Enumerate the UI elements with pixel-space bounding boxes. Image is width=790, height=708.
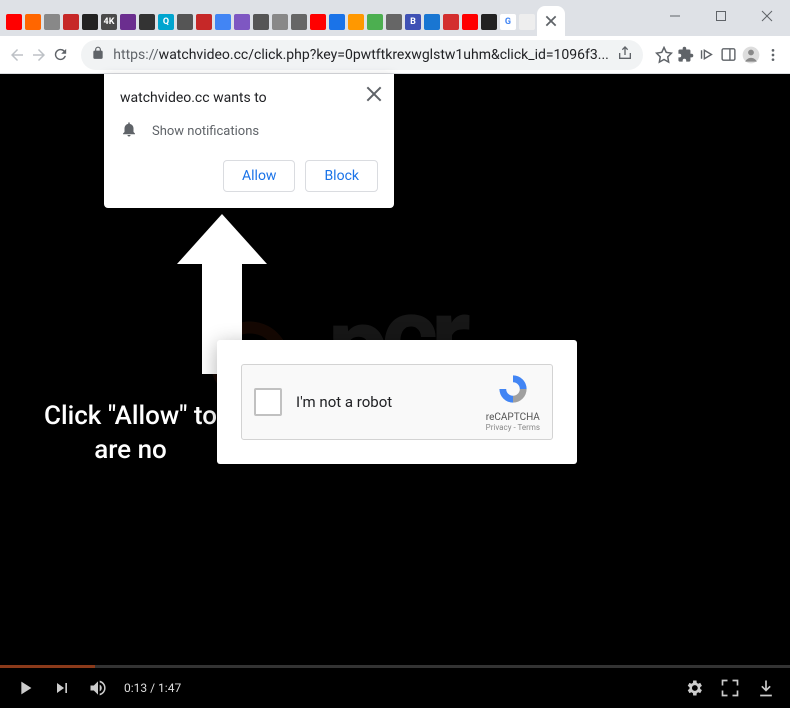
media-controls-button[interactable] [698,41,715,69]
tab-favicon[interactable] [44,14,60,30]
tab-favicon[interactable] [177,14,193,30]
tab-favicon[interactable] [25,14,41,30]
recaptcha-logo-icon [496,372,530,406]
maximize-button[interactable] [698,0,744,32]
settings-button[interactable] [684,678,704,698]
tab-favicon[interactable] [462,14,478,30]
download-button[interactable] [756,678,776,698]
permission-label: Show notifications [152,124,259,139]
recaptcha-container: I'm not a robot reCAPTCHA Privacy - Term… [217,340,577,464]
tab-favicon[interactable] [196,14,212,30]
video-controls: 0:13 / 1:47 [0,668,790,708]
share-icon[interactable] [617,45,633,65]
tab-favicon[interactable] [63,14,79,30]
reload-button[interactable] [52,41,69,69]
tab-favicon[interactable] [291,14,307,30]
forward-button[interactable] [30,41,48,69]
tab-favicon[interactable] [310,14,326,30]
sidepanel-button[interactable] [719,41,736,69]
tab-favicon[interactable] [424,14,440,30]
allow-button[interactable]: Allow [223,160,295,192]
bookmark-button[interactable] [655,41,673,69]
tab-favicon[interactable] [215,14,231,30]
tab-favicon[interactable]: G [500,14,516,30]
window-controls [652,0,790,32]
tab-favicon[interactable] [348,14,364,30]
url-text: https://watchvideo.cc/click.php?key=0pwt… [113,47,609,63]
block-button[interactable]: Block [305,160,378,192]
video-time: 0:13 / 1:47 [124,681,181,695]
tab-favicon[interactable] [481,14,497,30]
bell-icon [120,120,138,142]
tab-favicon[interactable] [367,14,383,30]
address-bar[interactable]: https://watchvideo.cc/click.php?key=0pwt… [81,40,643,70]
tab-favicon[interactable] [120,14,136,30]
tab-favicon[interactable] [386,14,402,30]
prompt-title: watchvideo.cc wants to [120,90,378,106]
play-button[interactable] [14,677,36,699]
tab-favicon[interactable] [272,14,288,30]
minimize-button[interactable] [652,0,698,32]
lock-icon [91,45,105,64]
tab-favicon[interactable] [234,14,250,30]
notification-permission-prompt: watchvideo.cc wants to Show notification… [104,74,394,208]
next-button[interactable] [52,678,72,698]
tab-favicon[interactable] [139,14,155,30]
recaptcha-badge: reCAPTCHA Privacy - Terms [486,372,540,432]
instruction-text: Click "Allow" to are no [44,400,217,468]
extensions-button[interactable] [677,41,694,69]
tab-favicon[interactable] [329,14,345,30]
tab-favicon[interactable]: 4K [101,14,117,30]
tab-favicon[interactable] [82,14,98,30]
recaptcha-checkbox[interactable] [254,388,282,416]
close-window-button[interactable] [744,0,790,32]
tab-favicon[interactable] [6,14,22,30]
fullscreen-button[interactable] [720,678,740,698]
tab-favicon[interactable]: B [405,14,421,30]
back-button[interactable] [8,41,26,69]
tab-favicon[interactable]: Q [158,14,174,30]
tab-favicon-row: 4K Q B G [0,8,535,36]
tab-favicon[interactable] [253,14,269,30]
volume-button[interactable] [88,678,108,698]
menu-button[interactable] [765,41,782,69]
close-tab-icon[interactable] [544,14,558,28]
profile-button[interactable] [741,41,761,69]
active-tab[interactable] [537,6,565,36]
recaptcha-widget: I'm not a robot reCAPTCHA Privacy - Term… [241,364,553,440]
close-prompt-button[interactable] [366,86,382,102]
tab-favicon[interactable] [519,14,535,30]
recaptcha-label: I'm not a robot [296,393,486,411]
tab-favicon[interactable] [443,14,459,30]
browser-toolbar: https://watchvideo.cc/click.php?key=0pwt… [0,36,790,74]
